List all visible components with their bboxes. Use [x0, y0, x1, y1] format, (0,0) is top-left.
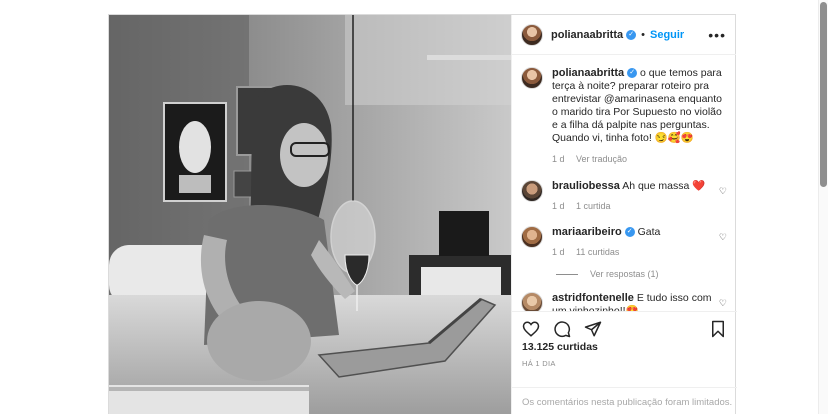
comment-item: brauliobessa Ah que massa ❤️ 1 d 1 curti…: [521, 180, 727, 213]
commenter-avatar[interactable]: [521, 226, 543, 248]
comment-likes[interactable]: 1 curtida: [576, 201, 611, 211]
author-avatar[interactable]: [521, 23, 543, 46]
posted-time: HÁ 1 DIA: [522, 359, 556, 368]
comments-limited-notice: Os comentários nesta publicação foram li…: [512, 387, 737, 414]
comment-body: brauliobessa Ah que massa ❤️ 1 d 1 curti…: [552, 180, 722, 213]
verified-badge-icon: ✓: [626, 29, 637, 40]
comment-meta: 1 d 11 curtidas: [552, 246, 722, 259]
caption-meta: 1 d Ver tradução: [552, 153, 727, 166]
caption-author-avatar[interactable]: [521, 67, 543, 89]
comments-list[interactable]: polianaabritta ✓ o que temos para terça à…: [512, 56, 737, 311]
follow-button[interactable]: Seguir: [650, 29, 684, 41]
comment-bubble-icon[interactable]: [553, 320, 571, 338]
scrollbar-thumb[interactable]: [820, 2, 827, 187]
paper-plane-icon[interactable]: [584, 320, 602, 338]
commenter-username[interactable]: brauliobessa: [552, 180, 620, 192]
view-replies-link[interactable]: Ver respostas (1): [556, 269, 727, 279]
author-username[interactable]: polianaabritta: [551, 29, 623, 41]
more-options-icon[interactable]: •••: [708, 27, 726, 43]
post-side-panel: polianaabritta ✓ • Seguir ••• polianaabr…: [511, 15, 737, 414]
view-replies-label: Ver respostas (1): [590, 269, 659, 279]
separator-dot: •: [641, 28, 645, 41]
caption: polianaabritta ✓ o que temos para terça à…: [521, 67, 727, 166]
comment-time: 1 d: [552, 247, 565, 257]
bookmark-icon[interactable]: [709, 320, 727, 338]
post-actions: [512, 311, 737, 345]
post-photo-image: [109, 15, 511, 414]
likes-count[interactable]: 13.125 curtidas: [522, 341, 598, 353]
replies-line: [556, 274, 578, 276]
comment-text: Gata: [637, 226, 661, 238]
comment-body: mariaaribeiro ✓ Gata 1 d 11 curtidas: [552, 226, 722, 259]
comment-like-heart-icon[interactable]: ♡: [719, 186, 727, 197]
translate-link[interactable]: Ver tradução: [576, 154, 627, 164]
post-photo[interactable]: [109, 15, 511, 414]
instagram-post: polianaabritta ✓ • Seguir ••• polianaabr…: [108, 14, 737, 414]
comment-body: astridfontenelle E tudo isso com um vinh…: [552, 292, 722, 311]
comment-item: astridfontenelle E tudo isso com um vinh…: [521, 292, 727, 311]
caption-body: polianaabritta ✓ o que temos para terça à…: [552, 67, 727, 166]
heart-icon[interactable]: [522, 320, 540, 338]
commenter-username[interactable]: mariaaribeiro: [552, 226, 622, 238]
comment-meta: 1 d 1 curtida: [552, 200, 722, 213]
commenter-username[interactable]: astridfontenelle: [552, 292, 634, 304]
comment-time: 1 d: [552, 201, 565, 211]
comment-item: mariaaribeiro ✓ Gata 1 d 11 curtidas ♡: [521, 226, 727, 259]
verified-badge-icon: ✓: [624, 227, 635, 238]
post-header: polianaabritta ✓ • Seguir •••: [512, 15, 736, 55]
caption-author-username[interactable]: polianaabritta: [552, 67, 624, 79]
caption-time: 1 d: [552, 154, 565, 164]
commenter-avatar[interactable]: [521, 180, 543, 202]
commenter-avatar[interactable]: [521, 292, 543, 311]
comment-like-heart-icon[interactable]: ♡: [719, 298, 727, 309]
comment-text: Ah que massa ❤️: [622, 180, 706, 192]
verified-badge-icon: ✓: [627, 68, 638, 79]
comment-likes[interactable]: 11 curtidas: [576, 247, 619, 257]
page-scrollbar[interactable]: [818, 0, 828, 414]
comment-like-heart-icon[interactable]: ♡: [719, 232, 727, 243]
